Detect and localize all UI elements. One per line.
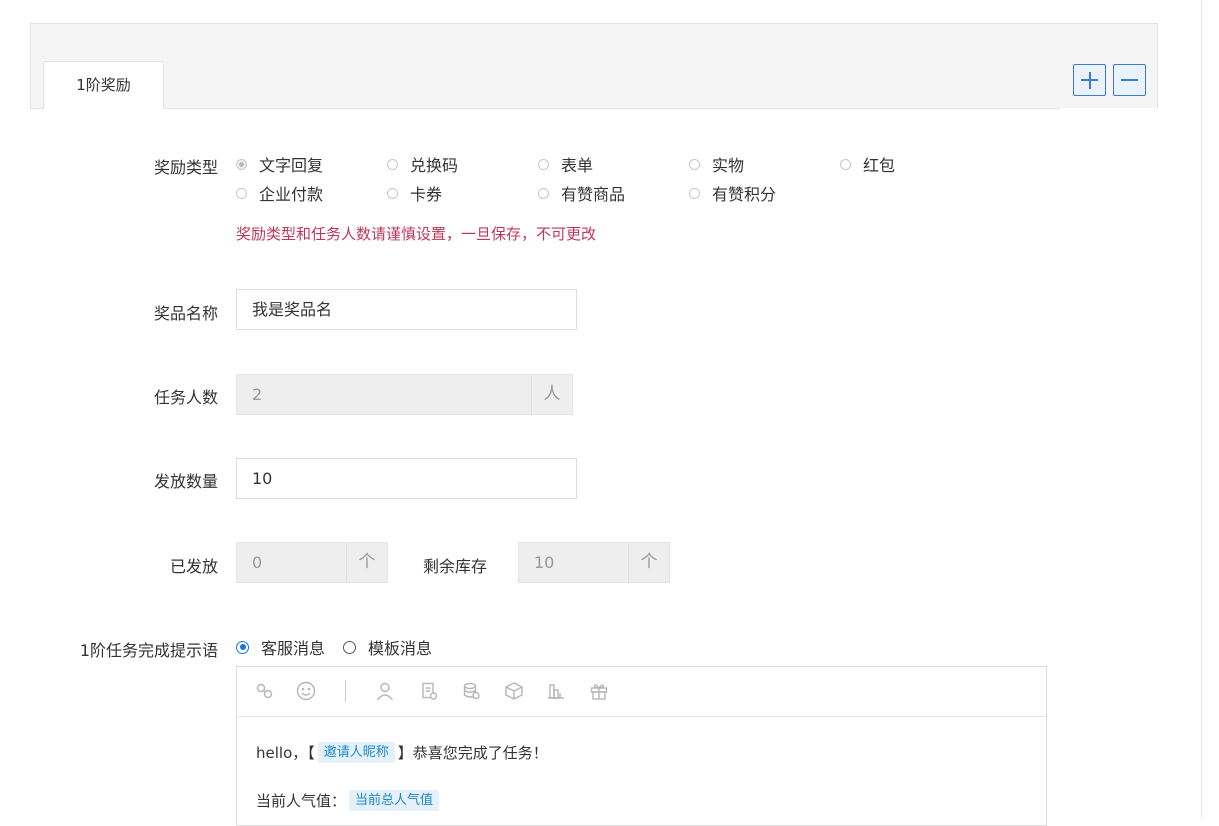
tab-bar: [30, 23, 1158, 108]
coins-icon[interactable]: [460, 680, 482, 702]
reward-type-option-enterprise-payment: 企业付款: [236, 182, 323, 204]
variable-tag-inviter-nickname[interactable]: 邀请人昵称: [317, 742, 395, 763]
message-type-customer-service[interactable]: 客服消息: [236, 636, 325, 658]
issue-quantity-label: 发放数量: [153, 472, 218, 491]
reward-type-option-physical: 实物: [689, 153, 744, 175]
reward-type-option-youzan-points: 有赞积分: [689, 182, 776, 204]
task-count-unit: 人: [531, 374, 573, 415]
add-tab-button[interactable]: [1073, 64, 1106, 96]
cube-icon[interactable]: [503, 680, 525, 702]
radio-dot: [236, 640, 249, 654]
document-icon[interactable]: [418, 680, 440, 702]
reward-type-option-red-packet: 红包: [840, 153, 895, 175]
remove-tab-button[interactable]: [1113, 64, 1146, 96]
issue-quantity-input[interactable]: 10: [236, 458, 577, 499]
radio-dot: [538, 187, 549, 199]
scrollbar-track: [1201, 0, 1202, 818]
link-icon[interactable]: [254, 680, 276, 702]
radio-dot: [236, 187, 247, 199]
radio-dot: [840, 158, 851, 170]
tab-reward-level-1[interactable]: 1阶奖励: [43, 61, 164, 109]
remaining-stock-input: 10: [518, 542, 629, 583]
remaining-stock-unit: 个: [628, 542, 670, 583]
completion-message-label: 1阶任务完成提示语: [79, 641, 218, 660]
toolbar-separator: [345, 680, 346, 702]
reward-type-option-youzan-product: 有赞商品: [538, 182, 625, 204]
reward-type-warning: 奖励类型和任务人数请谨慎设置，一旦保存，不可更改: [236, 225, 597, 243]
message-type-template[interactable]: 模板消息: [343, 636, 432, 658]
radio-dot: [689, 187, 700, 199]
editor-toolbar: [237, 667, 1046, 717]
reward-type-option-redeem-code: 兑换码: [387, 153, 458, 175]
radio-dot: [538, 158, 549, 170]
radio-dot: [387, 187, 398, 199]
bar-chart-icon[interactable]: [545, 680, 567, 702]
gift-icon[interactable]: [588, 680, 610, 702]
task-count-label: 任务人数: [153, 388, 218, 407]
radio-dot: [236, 158, 247, 170]
emoji-icon[interactable]: [295, 680, 317, 702]
variable-tag-total-popularity[interactable]: 当前总人气值: [349, 790, 440, 811]
reward-type-label: 奖励类型: [153, 158, 218, 177]
radio-dot: [387, 158, 398, 170]
reward-type-option-coupon: 卡券: [387, 182, 442, 204]
editor-line-greeting: hello，【 邀请人昵称 】恭喜您完成了任务！: [256, 742, 548, 763]
reward-type-option-text-reply: 文字回复: [236, 153, 323, 175]
tab-bar-divider: [30, 108, 1060, 109]
editor-line-popularity: 当前人气值： 当前总人气值: [256, 790, 442, 811]
remaining-stock-label: 剩余库存: [422, 557, 487, 576]
prize-name-label: 奖品名称: [153, 304, 218, 323]
message-editor[interactable]: hello，【 邀请人昵称 】恭喜您完成了任务！ 当前人气值： 当前总人气值: [236, 666, 1047, 826]
issued-label: 已发放: [169, 557, 218, 576]
tab-label: 1阶奖励: [76, 76, 131, 94]
task-count-input: 2: [236, 374, 532, 415]
reward-type-option-form: 表单: [538, 153, 593, 175]
radio-dot: [689, 158, 700, 170]
radio-dot: [343, 640, 356, 654]
prize-name-input[interactable]: 我是奖品名: [236, 289, 577, 330]
user-icon[interactable]: [374, 680, 396, 702]
